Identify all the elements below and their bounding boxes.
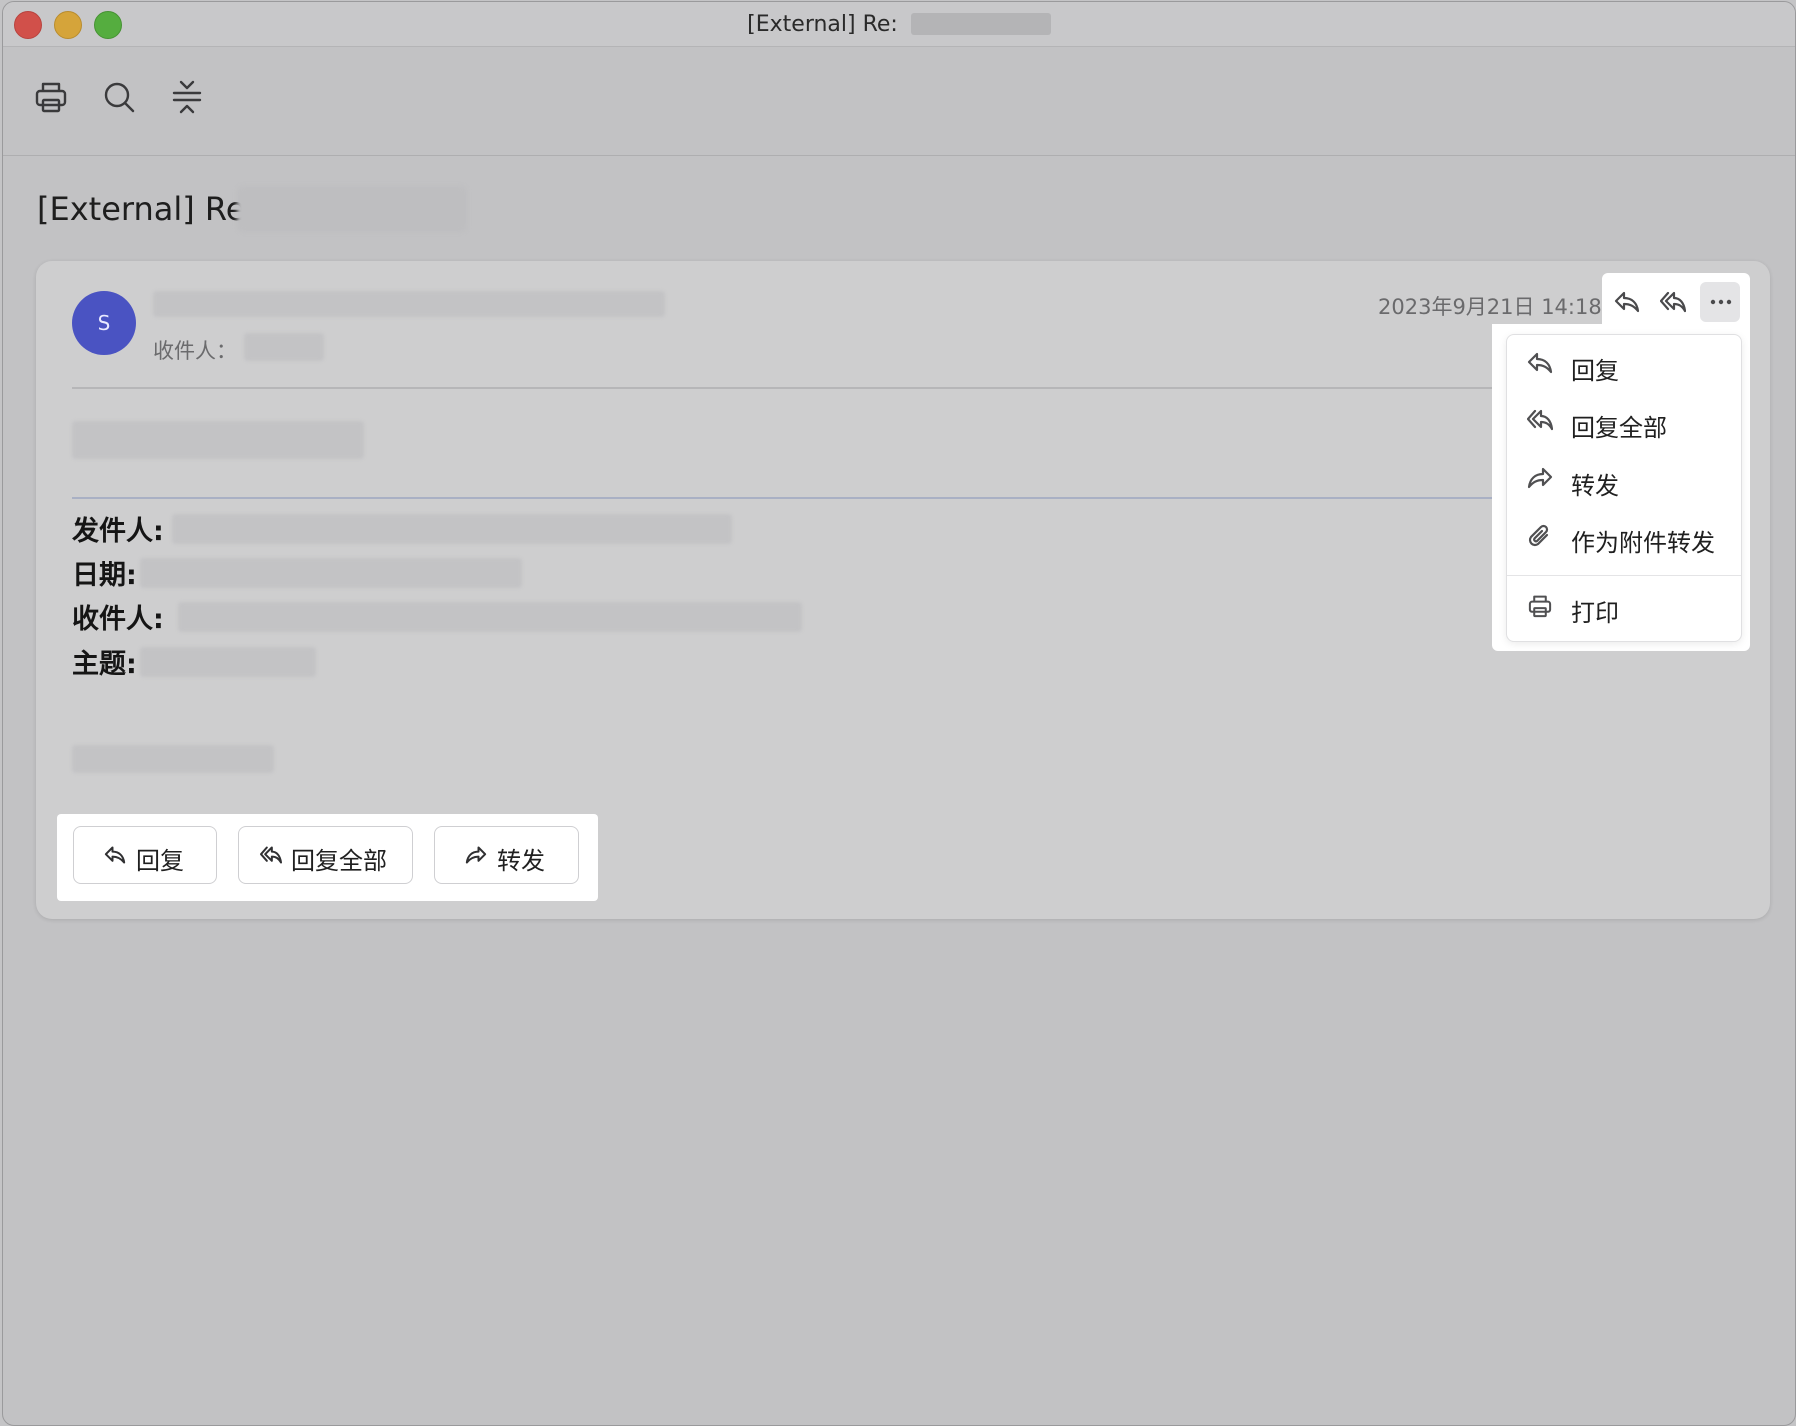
title-bar: [External] Re:: [3, 2, 1795, 47]
search-icon[interactable]: [101, 79, 137, 115]
quoted-date-label: 日期:: [72, 560, 137, 591]
window-title-text: [External] Re:: [747, 12, 905, 37]
forward-button[interactable]: 转发: [434, 826, 579, 884]
menu-item-label: 打印: [1571, 599, 1619, 627]
menu-item-reply-all[interactable]: 回复全部: [1507, 396, 1741, 446]
reply-all-icon: [1527, 409, 1553, 431]
forward-icon: [465, 846, 487, 864]
reply-button-label: 回复: [136, 847, 184, 875]
reply-icon: [104, 846, 126, 864]
menu-divider: [1507, 575, 1741, 576]
menu-item-label: 回复全部: [1571, 414, 1667, 442]
quoted-from-label: 发件人:: [72, 516, 164, 547]
attachment-icon: [1528, 524, 1549, 547]
menu-item-label: 回复: [1571, 357, 1619, 385]
menu-item-forward-as-attachment[interactable]: 作为附件转发: [1507, 511, 1741, 561]
menu-item-label: 作为附件转发: [1571, 529, 1715, 557]
mail-window: [External] Re: [External] Re: S 收件人： 202…: [2, 1, 1796, 1426]
more-icon[interactable]: [1700, 282, 1740, 322]
redacted-from: [172, 514, 732, 544]
menu-item-print[interactable]: 打印: [1507, 581, 1741, 631]
forward-button-label: 转发: [497, 847, 545, 875]
reply-all-button-label: 回复全部: [291, 847, 387, 875]
window-title: [External] Re:: [3, 12, 1795, 37]
avatar: S: [72, 291, 136, 355]
forward-icon: [1527, 467, 1553, 489]
more-menu: 回复 回复全部 转发 作为附件转发 打印: [1506, 334, 1742, 642]
reply-icon: [1527, 352, 1553, 374]
action-buttons: 回复 回复全部 转发: [57, 814, 598, 901]
redacted-date: [140, 558, 522, 588]
reply-all-icon: [260, 846, 282, 864]
redacted-greeting: [72, 421, 364, 459]
reply-all-button[interactable]: 回复全部: [238, 826, 413, 884]
redacted-quoted-subject: [140, 647, 316, 677]
reply-button[interactable]: 回复: [73, 826, 217, 884]
email-subject: [External] Re:: [37, 190, 257, 228]
header-actions: [1602, 273, 1750, 331]
print-icon[interactable]: [33, 79, 69, 115]
reply-icon[interactable]: [1606, 282, 1646, 322]
menu-item-label: 转发: [1571, 472, 1619, 500]
quoted-subject-label: 主题:: [72, 649, 137, 680]
reply-all-icon[interactable]: [1652, 282, 1692, 322]
redacted-subject: [237, 186, 467, 232]
redacted-to: [178, 602, 802, 632]
email-date: 2023年9月21日 14:18: [1378, 295, 1602, 319]
toolbar: [3, 47, 1795, 156]
redacted-title: [910, 13, 1051, 35]
recipient-label: 收件人：: [153, 339, 237, 363]
more-menu-panel: 回复 回复全部 转发 作为附件转发 打印: [1492, 324, 1750, 651]
collapse-icon[interactable]: [169, 79, 205, 115]
header-divider: [72, 387, 1532, 389]
redacted-sender: [153, 291, 665, 317]
quote-divider: [72, 497, 1532, 499]
menu-item-forward[interactable]: 转发: [1507, 454, 1741, 504]
redacted-body: [72, 745, 274, 773]
quoted-to-label: 收件人:: [72, 604, 164, 635]
print-icon: [1528, 595, 1552, 618]
redacted-recipient: [244, 333, 324, 361]
menu-item-reply[interactable]: 回复: [1507, 339, 1741, 389]
